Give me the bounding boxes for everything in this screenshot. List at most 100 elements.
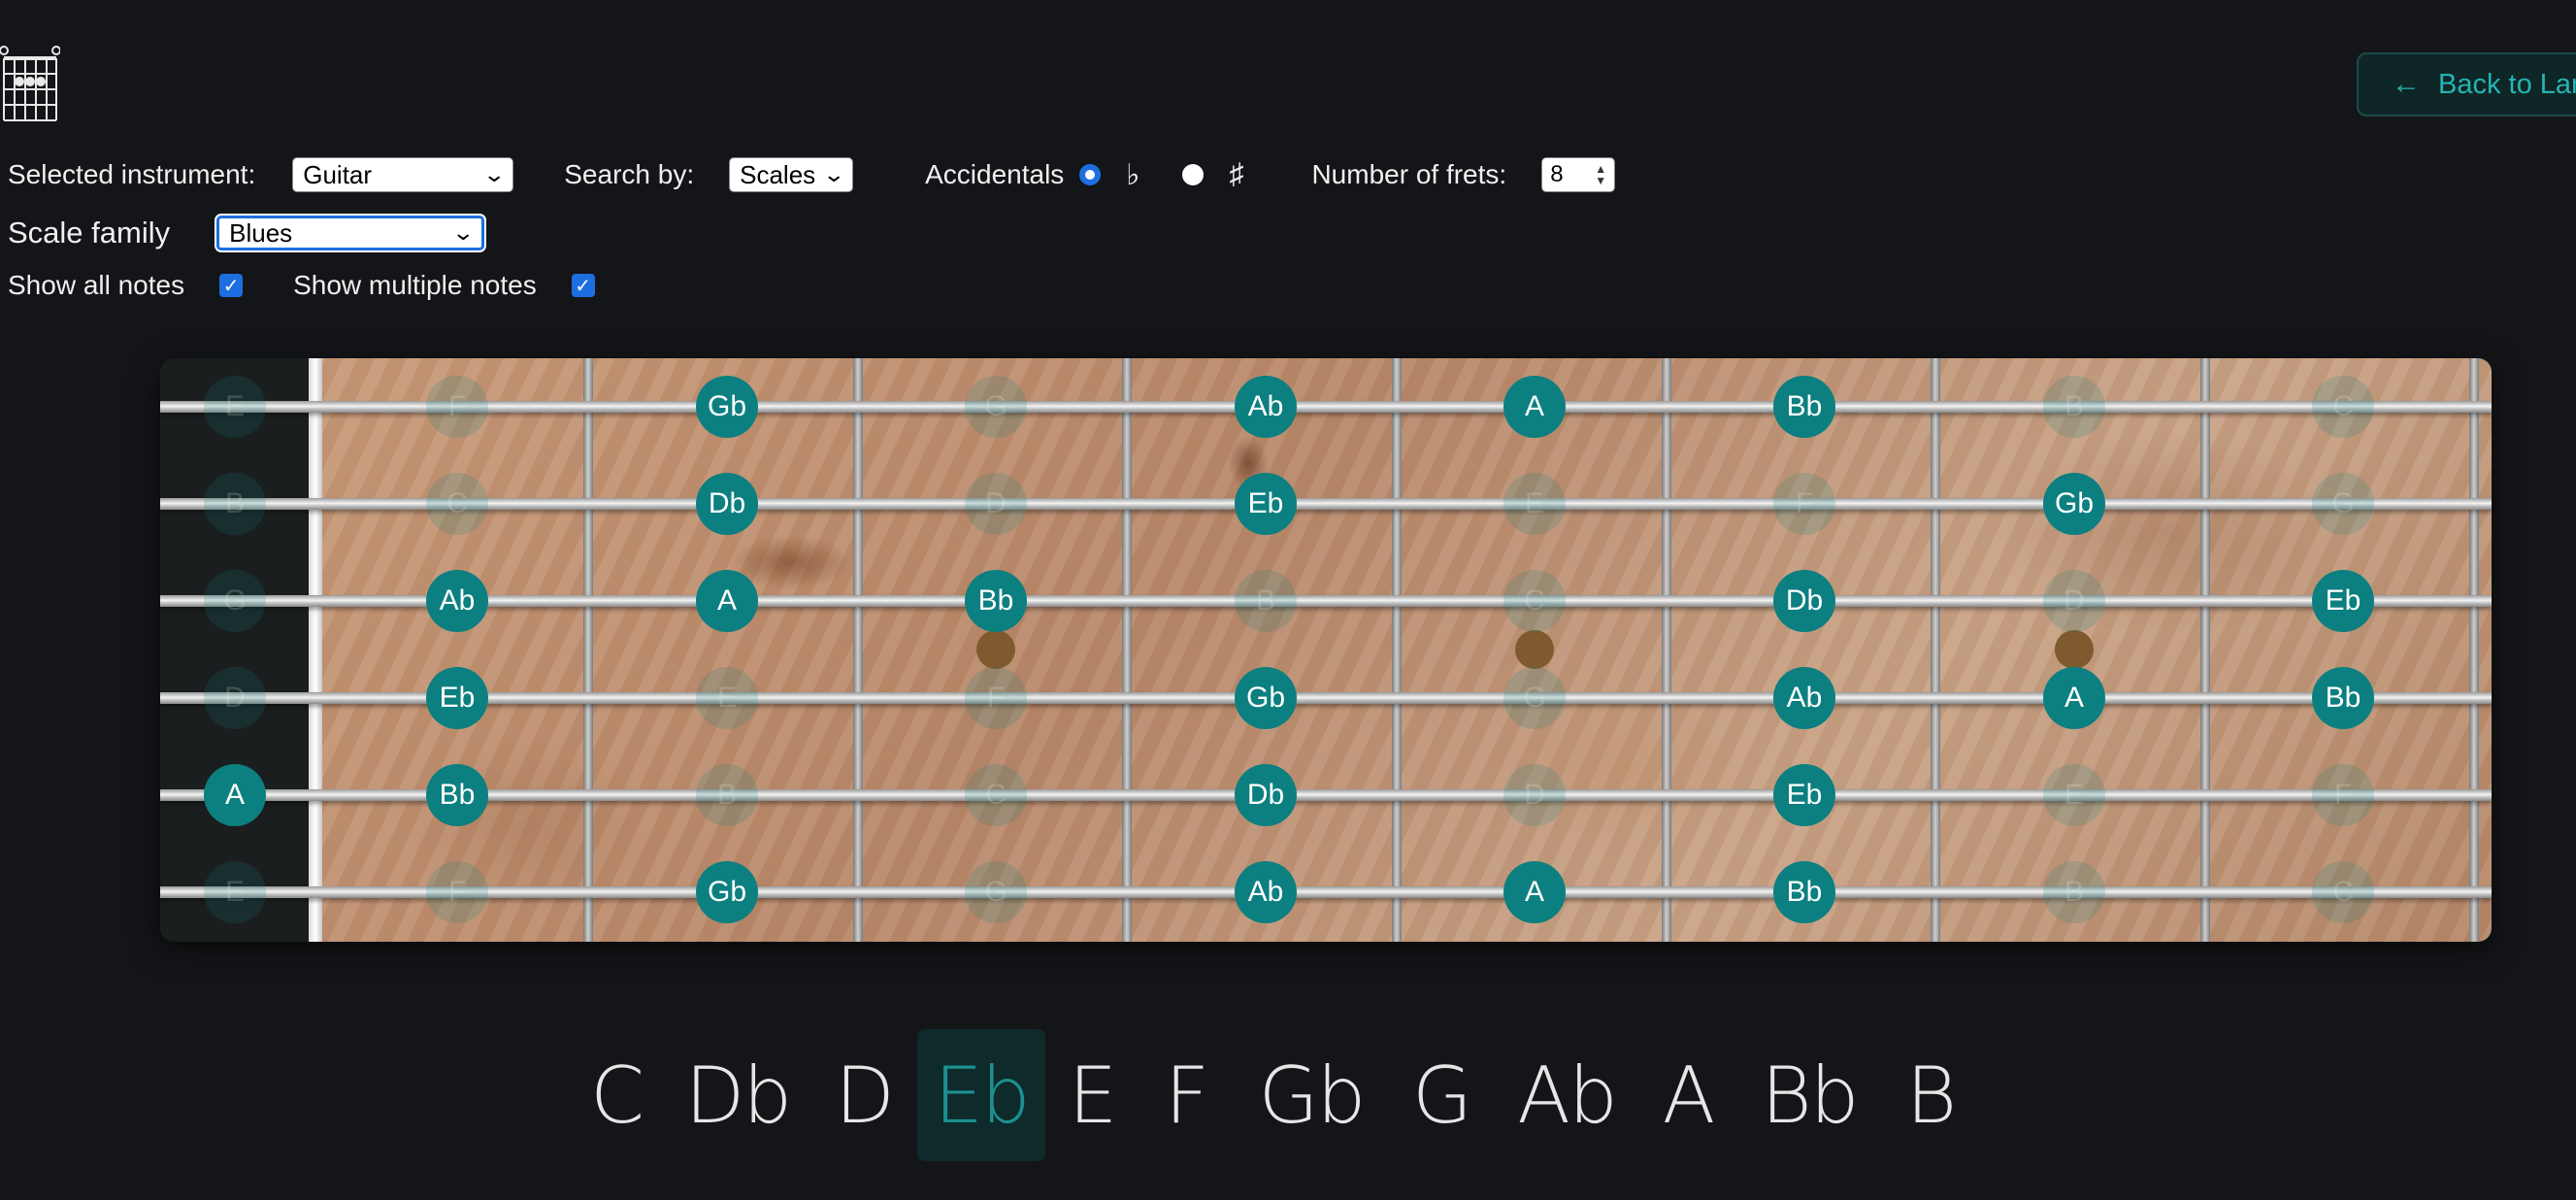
key-button[interactable]: F: [1139, 1029, 1234, 1161]
chevron-down-icon: ⌄: [821, 162, 845, 186]
key-button[interactable]: C: [568, 1029, 665, 1161]
search-by-select[interactable]: Scales ⌄: [729, 157, 854, 192]
show-all-notes-checkbox[interactable]: ✓: [219, 274, 244, 297]
fret-note[interactable]: C: [1503, 570, 1566, 632]
fret-note[interactable]: Eb: [2312, 570, 2374, 632]
fret-note[interactable]: F: [1773, 473, 1835, 535]
key-button[interactable]: Eb: [917, 1029, 1045, 1161]
fret-note[interactable]: Eb: [426, 667, 488, 729]
fret-note[interactable]: E: [696, 667, 758, 729]
fret-note[interactable]: D: [204, 667, 266, 729]
fret-note[interactable]: E: [204, 376, 266, 438]
arrow-left-icon: ←: [2392, 68, 2421, 100]
fret-note[interactable]: Bb: [965, 570, 1027, 632]
fret-wire: [2200, 358, 2210, 942]
fret-inlay-dot: [2055, 630, 2094, 669]
fret-wire: [583, 358, 593, 942]
fret-note[interactable]: B: [1235, 570, 1297, 632]
fretboard-nut: [309, 358, 322, 942]
key-button[interactable]: G: [1389, 1029, 1494, 1161]
fret-note[interactable]: F: [426, 861, 488, 923]
key-button[interactable]: B: [1882, 1029, 1979, 1161]
fret-wire: [1122, 358, 1132, 942]
fret-note[interactable]: Bb: [1773, 376, 1835, 438]
fret-note[interactable]: Gb: [696, 376, 758, 438]
fret-note[interactable]: B: [2043, 861, 2105, 923]
guitar-string: [160, 498, 2492, 510]
back-button-label: Back to Lan: [2438, 68, 2576, 100]
search-by-select-value: Scales: [740, 159, 816, 189]
fret-note[interactable]: E: [204, 861, 266, 923]
fret-note[interactable]: D: [1503, 764, 1566, 826]
fret-note[interactable]: Gb: [1235, 667, 1297, 729]
fret-inlay-dot: [976, 630, 1015, 669]
fret-note[interactable]: D: [2043, 570, 2105, 632]
fret-note[interactable]: Eb: [1773, 764, 1835, 826]
fret-note[interactable]: Ab: [1235, 861, 1297, 923]
instrument-select[interactable]: Guitar ⌄: [292, 157, 514, 192]
fret-note[interactable]: C: [965, 764, 1027, 826]
key-button[interactable]: Db: [665, 1029, 810, 1161]
key-button[interactable]: Bb: [1736, 1029, 1882, 1161]
accidental-flat-radio[interactable]: [1079, 164, 1102, 185]
fret-note[interactable]: Bb: [2312, 667, 2374, 729]
fret-note[interactable]: Db: [1773, 570, 1835, 632]
fret-note[interactable]: F: [965, 667, 1027, 729]
fret-note[interactable]: A: [204, 764, 266, 826]
guitar-string: [160, 595, 2492, 607]
fret-note[interactable]: C: [2312, 861, 2374, 923]
fret-note[interactable]: Db: [696, 473, 758, 535]
fret-note[interactable]: E: [2043, 764, 2105, 826]
stepper-arrows-icon[interactable]: ▲ ▼: [1595, 163, 1606, 186]
show-multiple-notes-label: Show multiple notes: [293, 270, 537, 300]
fret-note[interactable]: F: [426, 376, 488, 438]
accidental-sharp-radio[interactable]: [1182, 164, 1205, 185]
fret-wire: [1931, 358, 1940, 942]
scale-family-select[interactable]: Blues ⌄: [216, 216, 485, 250]
key-selector: C Db D Eb E F Gb G Ab A Bb B: [568, 1029, 1979, 1161]
guitar-string: [160, 886, 2492, 898]
fret-note[interactable]: D: [965, 473, 1027, 535]
fretboard: E F Gb G Ab A Bb B C B C Db D Eb E F Gb G G Ab A Bb B C Db D Eb D Eb…: [160, 358, 2492, 942]
fret-note[interactable]: B: [2043, 376, 2105, 438]
frets-value: 8: [1550, 161, 1564, 187]
key-button[interactable]: Ab: [1494, 1029, 1639, 1161]
key-button[interactable]: E: [1045, 1029, 1139, 1161]
scale-family-select-value: Blues: [229, 217, 293, 248]
controls-row-3: Show all notes ✓ Show multiple notes ✓: [8, 264, 595, 307]
key-button[interactable]: D: [810, 1029, 917, 1161]
fret-note[interactable]: Gb: [2043, 473, 2105, 535]
fret-note[interactable]: Bb: [1773, 861, 1835, 923]
fret-note[interactable]: A: [2043, 667, 2105, 729]
fret-note[interactable]: C: [2312, 376, 2374, 438]
fret-note[interactable]: G: [965, 861, 1027, 923]
fret-note[interactable]: G: [965, 376, 1027, 438]
fret-note[interactable]: C: [426, 473, 488, 535]
fret-note[interactable]: Gb: [696, 861, 758, 923]
fret-wire: [2469, 358, 2479, 942]
show-multiple-notes-checkbox[interactable]: ✓: [571, 274, 595, 297]
key-button[interactable]: Gb: [1234, 1029, 1389, 1161]
search-by-label: Search by:: [564, 159, 695, 189]
fret-note[interactable]: Ab: [426, 570, 488, 632]
fret-note[interactable]: Eb: [1235, 473, 1297, 535]
fret-note[interactable]: G: [204, 570, 266, 632]
frets-number-input[interactable]: 8 ▲ ▼: [1541, 157, 1616, 192]
fret-note[interactable]: G: [1503, 667, 1566, 729]
fret-note[interactable]: A: [1503, 376, 1566, 438]
fret-wire: [1392, 358, 1402, 942]
fret-note[interactable]: E: [1503, 473, 1566, 535]
fret-note[interactable]: Ab: [1773, 667, 1835, 729]
guitar-string: [160, 692, 2492, 704]
back-to-landing-button[interactable]: ← Back to Lan: [2357, 52, 2576, 117]
fret-note[interactable]: A: [696, 570, 758, 632]
fret-note[interactable]: Bb: [426, 764, 488, 826]
fret-note[interactable]: F: [2312, 764, 2374, 826]
key-button[interactable]: A: [1639, 1029, 1736, 1161]
fret-note[interactable]: B: [696, 764, 758, 826]
fret-note[interactable]: G: [2312, 473, 2374, 535]
fret-note[interactable]: Ab: [1235, 376, 1297, 438]
fret-note[interactable]: B: [204, 473, 266, 535]
fret-note[interactable]: Db: [1235, 764, 1297, 826]
fret-note[interactable]: A: [1503, 861, 1566, 923]
